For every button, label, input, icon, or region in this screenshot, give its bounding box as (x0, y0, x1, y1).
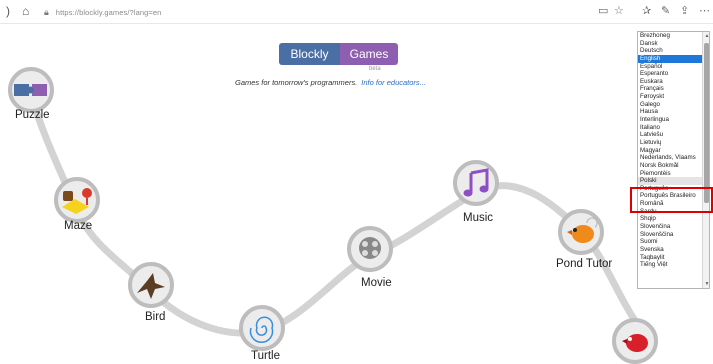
tagline-text: Games for tomorrow's programmers. (235, 78, 358, 87)
game-label-puzzle[interactable]: Puzzle (15, 109, 50, 121)
language-option[interactable]: Euskara (638, 78, 702, 86)
language-option[interactable]: Brezhoneg (638, 32, 702, 40)
tagline: Games for tomorrow's programmers. Info fo… (235, 78, 426, 87)
language-option[interactable]: Føroyskt (638, 93, 702, 101)
logo-games[interactable]: Games (340, 43, 398, 65)
red-duck-icon (622, 334, 648, 352)
game-bird[interactable] (128, 262, 174, 308)
language-option[interactable]: Lietuvių (638, 139, 702, 147)
game-label-turtle[interactable]: Turtle (251, 350, 280, 362)
language-option[interactable]: Piemontèis (638, 170, 702, 178)
turtle-icon (249, 316, 274, 343)
language-option[interactable]: English (638, 54, 702, 63)
language-options: Brezhoneg Dansk Deutsch English Español Esper… (638, 32, 702, 269)
language-option[interactable]: Magyar (638, 147, 702, 155)
language-option[interactable]: Italiano (638, 124, 702, 132)
game-puzzle[interactable] (8, 67, 54, 113)
music-note-icon (463, 168, 489, 197)
beta-label: beta (369, 66, 381, 72)
language-option[interactable]: Taqbaylit (638, 254, 702, 262)
language-option[interactable]: Tiếng Việt (638, 261, 702, 269)
puzzle-icon (14, 84, 47, 96)
language-option[interactable]: Slovenščina (638, 231, 702, 239)
duck-icon (567, 217, 598, 243)
maze-icon (62, 188, 92, 214)
educators-link[interactable]: Info for educators... (361, 78, 426, 87)
language-option[interactable]: Español (638, 63, 702, 71)
language-listbox[interactable]: Brezhoneg Dansk Deutsch English Español Esper… (637, 31, 710, 289)
bird-icon (137, 273, 165, 299)
game-label-pond-tutor[interactable]: Pond Tutor (556, 258, 612, 270)
language-option[interactable]: Nederlands, Vlaams (638, 154, 702, 162)
logo-blockly[interactable]: Blockly (279, 43, 340, 65)
game-pond[interactable] (612, 318, 658, 364)
scrollbar-thumb[interactable] (704, 43, 709, 203)
language-option[interactable]: Polski (638, 177, 702, 185)
language-option[interactable]: Shqip (638, 215, 702, 223)
language-option[interactable]: Suomi (638, 238, 702, 246)
language-option[interactable]: Norsk Bokmål (638, 162, 702, 170)
language-option[interactable]: Dansk (638, 40, 702, 48)
language-option[interactable]: Deutsch (638, 47, 702, 55)
scroll-down-arrow-icon[interactable]: ▼ (703, 281, 709, 287)
language-option[interactable]: Português Brasileiro (638, 192, 702, 200)
language-option[interactable]: Slovenčina (638, 223, 702, 231)
language-option[interactable]: Français (638, 85, 702, 93)
language-option[interactable]: Galego (638, 101, 702, 109)
game-pond-tutor[interactable] (558, 209, 604, 255)
game-turtle[interactable] (239, 305, 285, 351)
game-movie[interactable] (347, 226, 393, 272)
language-option[interactable]: Português (638, 185, 702, 193)
language-option[interactable]: Sardu (638, 208, 702, 216)
language-option[interactable]: Latviešu (638, 131, 702, 139)
game-label-movie[interactable]: Movie (361, 277, 392, 289)
language-option[interactable]: Esperanto (638, 70, 702, 78)
language-option[interactable]: Română (638, 200, 702, 208)
scroll-up-arrow-icon[interactable]: ▲ (703, 33, 709, 39)
language-option[interactable]: Interlingua (638, 116, 702, 124)
game-music[interactable] (453, 160, 499, 206)
language-option[interactable]: Hausa (638, 108, 702, 116)
movie-reel-icon (359, 237, 381, 259)
game-label-music[interactable]: Music (463, 212, 493, 224)
language-option[interactable]: Svenska (638, 246, 702, 254)
language-scrollbar[interactable]: ▲ ▼ (702, 32, 709, 288)
game-maze[interactable] (54, 177, 100, 223)
game-label-bird[interactable]: Bird (145, 311, 165, 323)
game-label-maze[interactable]: Maze (64, 220, 92, 232)
